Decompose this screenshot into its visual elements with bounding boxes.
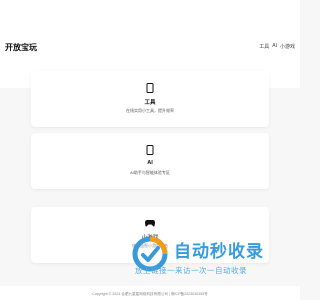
top-nav: 工具 AI 小游戏 — [259, 43, 295, 50]
card-ai[interactable]: AI AI助手与智能体验专区 — [31, 133, 269, 189]
watermark-slogan: 放上链接一来访一次一自动收录 — [135, 266, 247, 275]
phone-icon — [146, 145, 154, 155]
footer-copyright: Copyright © 2024 合肥九星星网络科技有限公司 | 皖ICP备20… — [92, 292, 208, 296]
gamepad-icon — [145, 220, 155, 227]
card-title: 工具 — [144, 100, 156, 106]
nav-item-games[interactable]: 小游戏 — [280, 43, 295, 50]
site-brand[interactable]: 开放宝玩 — [5, 42, 37, 53]
footer: Copyright © 2024 合肥九星星网络科技有限公司 | 皖ICP备20… — [0, 286, 300, 300]
card-tools[interactable]: 工具 在线实用小工具，提升效率 — [31, 71, 269, 127]
nav-item-tools[interactable]: 工具 — [259, 43, 269, 50]
card-description: AI助手与智能体验专区 — [130, 170, 170, 175]
phone-icon — [146, 83, 154, 93]
card-description: 在线实用小工具，提升效率 — [126, 108, 174, 113]
watermark-overlay: 自动秒收录 放上链接一来访一次一自动收录 — [132, 236, 300, 282]
nav-item-ai[interactable]: AI — [272, 43, 277, 50]
card-title: AI — [147, 160, 153, 166]
watermark-title: 自动秒收录 — [174, 242, 264, 261]
